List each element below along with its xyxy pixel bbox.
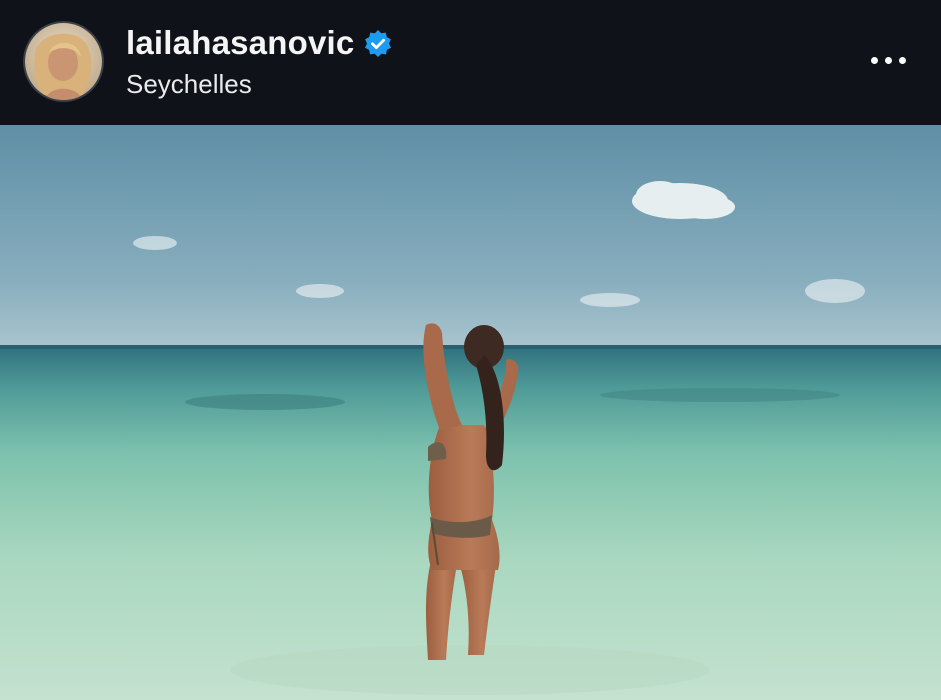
post-header: lailahasanovic Seychelles [0, 0, 941, 125]
avatar-image [25, 23, 102, 100]
username[interactable]: lailahasanovic [126, 24, 354, 62]
beach-photo [0, 125, 941, 700]
post-photo[interactable] [0, 125, 941, 700]
dot [898, 56, 906, 64]
dot [870, 56, 878, 64]
more-options-icon[interactable] [860, 45, 916, 75]
dot [884, 56, 892, 64]
verified-badge-icon [365, 30, 391, 57]
post-location[interactable]: Seychelles [126, 69, 252, 100]
avatar[interactable] [25, 23, 102, 100]
